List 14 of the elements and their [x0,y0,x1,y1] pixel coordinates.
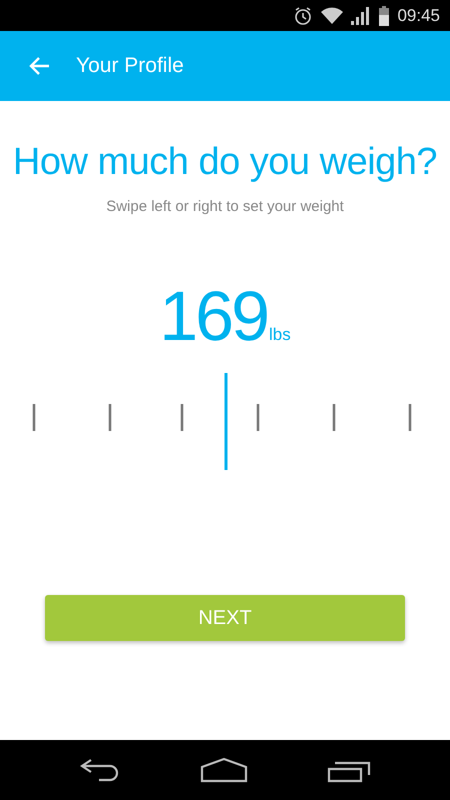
signal-icon [351,6,372,24]
status-time: 09:45 [397,6,440,26]
back-arrow-icon [28,56,50,76]
instruction-text: Swipe left or right to set your weight [106,198,344,215]
home-icon [200,757,248,783]
question-heading: How much do you weigh? [12,141,438,184]
weight-value: 169 [159,281,268,351]
battery-icon [379,6,390,26]
screen-title: Your Profile [76,54,184,78]
home-button[interactable] [200,757,248,783]
weight-unit: lbs [269,325,291,345]
next-button[interactable]: NEXT [45,595,405,641]
wifi-icon [321,6,344,24]
alarm-icon [293,6,314,26]
